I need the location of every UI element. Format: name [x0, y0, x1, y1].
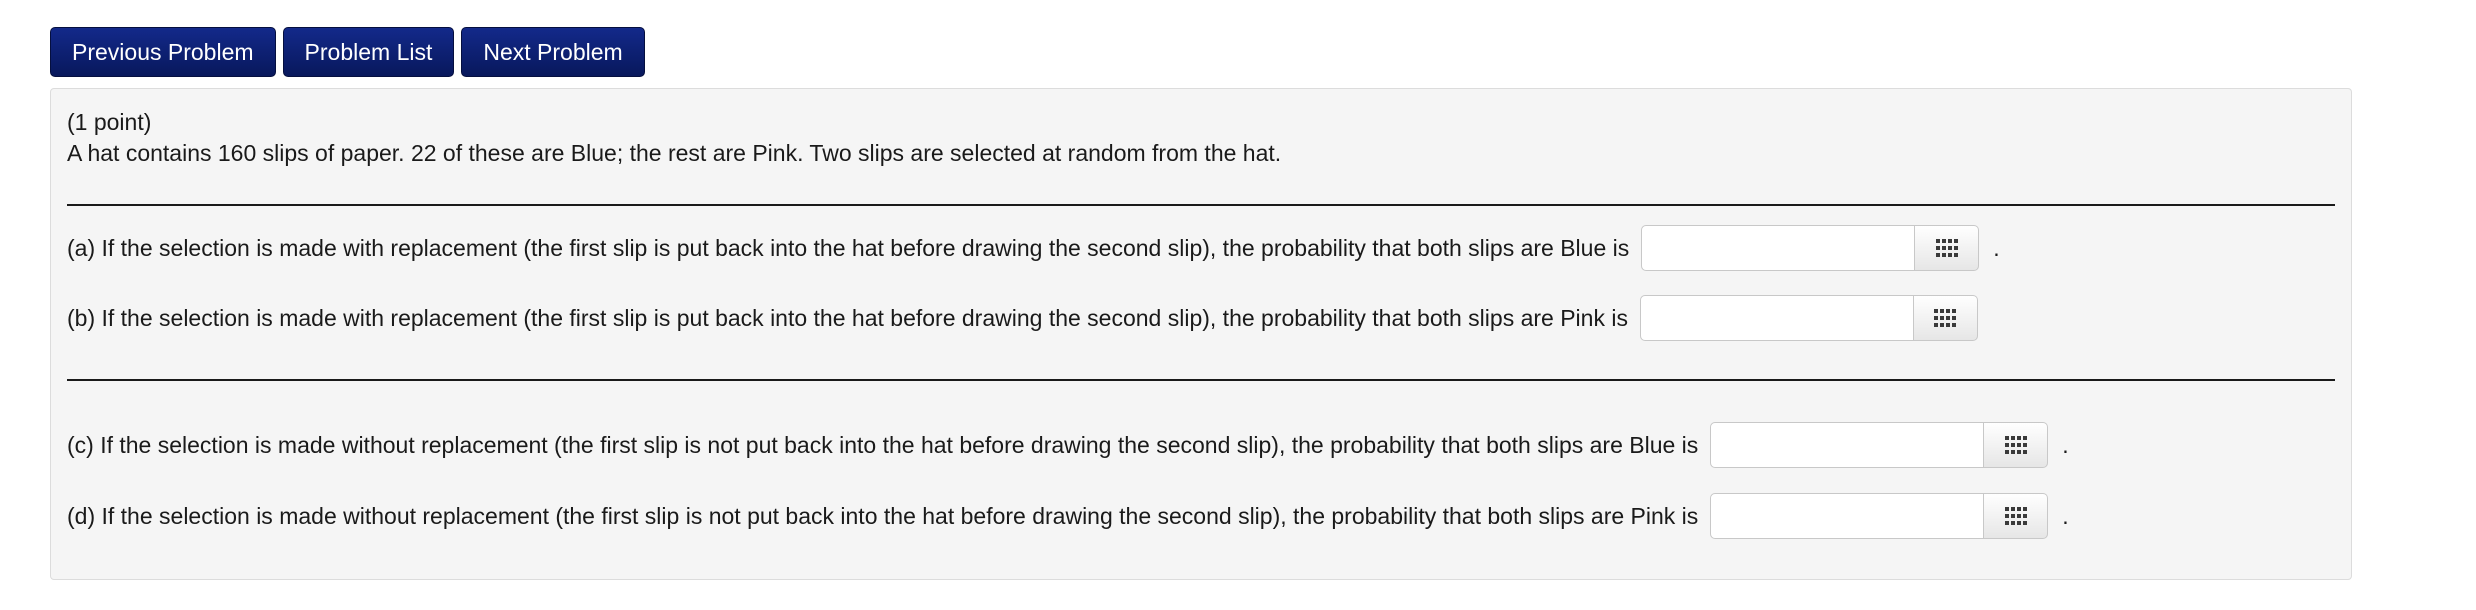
part-d-palette-button[interactable] [1984, 493, 2049, 539]
part-c-question: (c) If the selection is made without rep… [67, 431, 1699, 458]
keypad-grid-icon [2004, 507, 2027, 525]
part-d-question: (d) If the selection is made without rep… [67, 502, 1699, 529]
part-b-answer-input[interactable] [1639, 295, 1914, 341]
part-d: (d) If the selection is made without rep… [67, 493, 2069, 539]
next-problem-button[interactable]: Next Problem [461, 27, 645, 77]
problem-navigation: Previous Problem Problem List Next Probl… [50, 27, 645, 77]
keypad-grid-icon [2004, 436, 2027, 454]
problem-statement: A hat contains 160 slips of paper. 22 of… [67, 140, 1282, 166]
part-c: (c) If the selection is made without rep… [67, 422, 2069, 468]
part-a-question: (a) If the selection is made with replac… [67, 234, 1630, 261]
part-b: (b) If the selection is made with replac… [67, 295, 1992, 341]
problem-panel: (1 point) A hat contains 160 slips of pa… [50, 88, 2352, 580]
part-b-palette-button[interactable] [1913, 295, 1978, 341]
problem-points: (1 point) [67, 109, 152, 135]
part-a-palette-button[interactable] [1915, 225, 1980, 271]
problem-list-button[interactable]: Problem List [282, 27, 455, 77]
keypad-grid-icon [1934, 309, 1957, 327]
part-b-question: (b) If the selection is made with replac… [67, 304, 1628, 331]
part-d-answer-input[interactable] [1710, 493, 1985, 539]
keypad-grid-icon [1935, 239, 1958, 257]
part-c-answer-input[interactable] [1710, 422, 1985, 468]
divider [67, 379, 2335, 381]
part-a-period: . [1993, 234, 2000, 261]
problem-page: Previous Problem Problem List Next Probl… [0, 0, 2476, 610]
previous-problem-button[interactable]: Previous Problem [50, 27, 276, 77]
part-a-answer-input[interactable] [1641, 225, 1916, 271]
part-a: (a) If the selection is made with replac… [67, 225, 2000, 271]
part-c-palette-button[interactable] [1984, 422, 2049, 468]
part-d-period: . [2062, 502, 2069, 529]
divider [67, 204, 2335, 206]
part-c-period: . [2062, 431, 2069, 458]
